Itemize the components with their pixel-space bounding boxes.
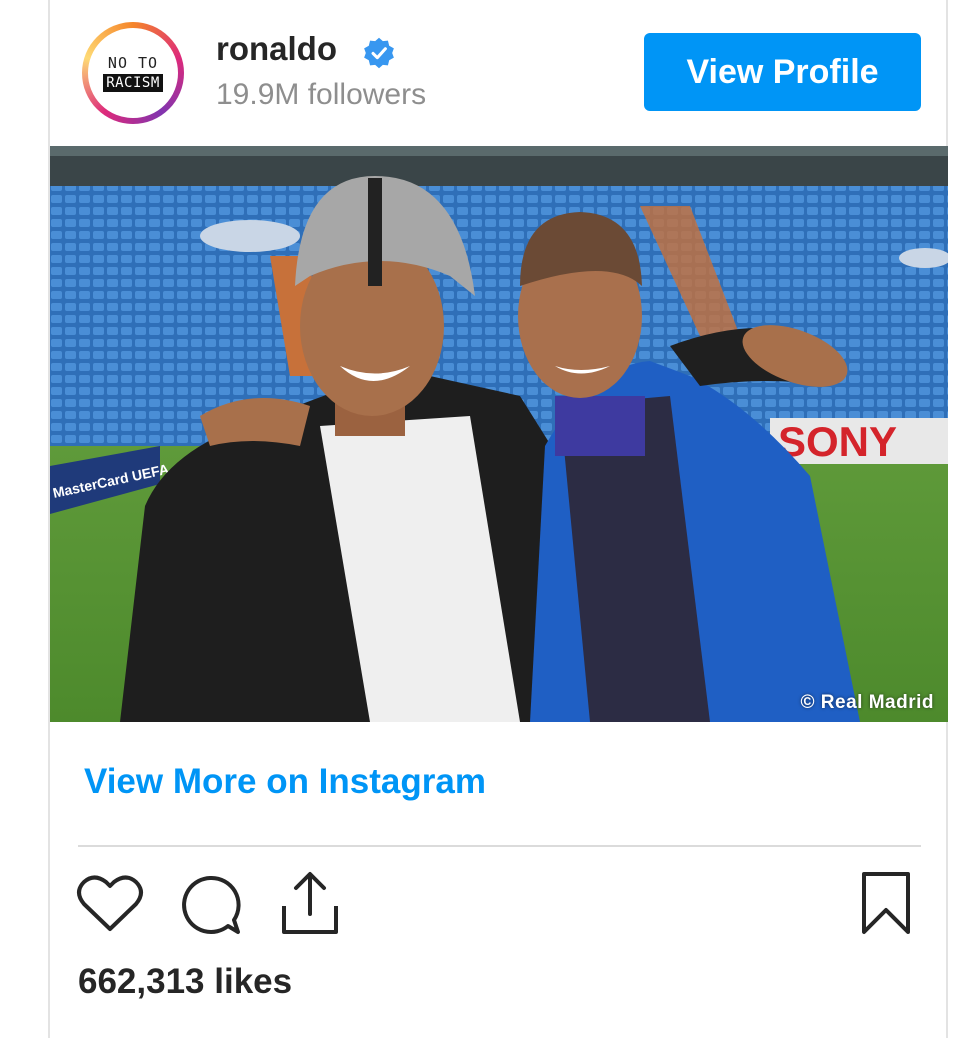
- follower-count: 19.9M followers: [216, 78, 427, 111]
- photo-credit: © Real Madrid: [800, 692, 934, 713]
- username-link[interactable]: ronaldo: [216, 30, 337, 68]
- share-icon[interactable]: [278, 870, 342, 938]
- avatar-text-line2: RACISM: [103, 74, 163, 92]
- avatar-text-line1: NO TO: [107, 54, 159, 72]
- heart-icon[interactable]: [76, 874, 144, 934]
- bookmark-icon[interactable]: [858, 870, 914, 938]
- avatar[interactable]: NO TO RACISM: [88, 28, 178, 118]
- post-photo[interactable]: SONY MasterCard UEFA © Real Madrid: [50, 146, 948, 722]
- like-count: 662,313 likes: [78, 962, 293, 1001]
- view-more-on-instagram-link[interactable]: View More on Instagram: [84, 762, 486, 802]
- view-profile-button[interactable]: View Profile: [644, 33, 921, 111]
- comment-icon[interactable]: [178, 874, 242, 936]
- stadium-photo-illustration: SONY MasterCard UEFA: [50, 146, 948, 722]
- verified-badge-icon: [364, 37, 394, 69]
- sony-sign: SONY: [778, 418, 897, 465]
- divider: [78, 845, 921, 847]
